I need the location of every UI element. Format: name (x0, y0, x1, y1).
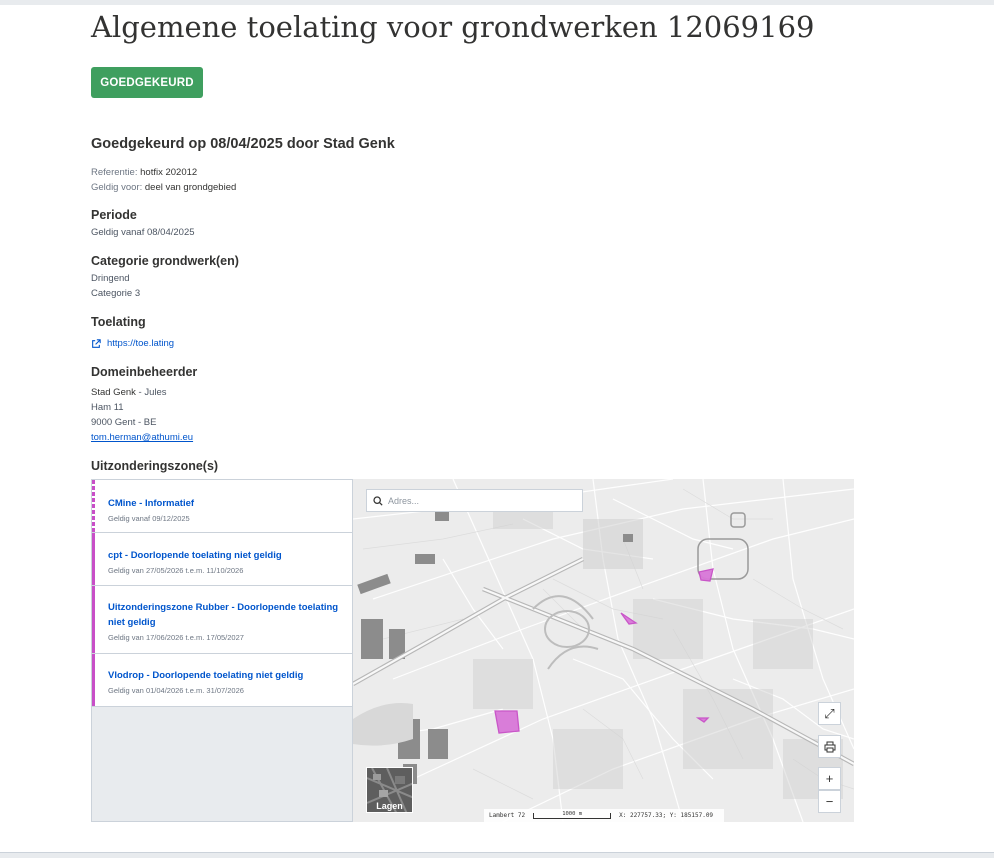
zones-list: CMine - Informatief Geldig vanaf 09/12/2… (91, 479, 353, 822)
fullscreen-button[interactable]: ⤢ (818, 702, 841, 725)
map-basemap[interactable] (353, 479, 854, 822)
zone-dates: Geldig van 17/06/2026 t.e.m. 17/05/2027 (108, 633, 244, 642)
zone-item[interactable]: Vlodrop - Doorlopende toelating niet gel… (92, 654, 352, 707)
domeinbeheerder-street: Ham 11 (91, 402, 124, 413)
print-icon (824, 741, 835, 752)
bottom-strip (0, 852, 994, 858)
approval-heading: Goedgekeurd op 08/04/2025 door Stad Genk (91, 136, 395, 152)
layers-label: Lagen (376, 801, 403, 811)
zone-shape-rubber (494, 710, 520, 734)
valid-for-label: Geldig voor: (91, 182, 143, 193)
zone-name[interactable]: CMine - Informatief (108, 496, 352, 511)
zone-color-bar (92, 654, 95, 706)
toelating-link[interactable]: https://toe.lating (107, 338, 174, 349)
domeinbeheerder-name-line: Stad Genk - Jules (91, 387, 167, 398)
address-search[interactable]: Adres... (366, 489, 583, 512)
zoom-in-icon: + (825, 771, 834, 786)
zone-dates: Geldig van 27/05/2026 t.e.m. 11/10/2026 (108, 566, 244, 575)
layers-button[interactable]: Lagen (366, 767, 413, 813)
scale-label: 1000 m (562, 810, 583, 817)
top-strip (0, 0, 994, 5)
zone-item[interactable]: CMine - Informatief Geldig vanaf 09/12/2… (92, 480, 352, 533)
categorie-item: Dringend (91, 273, 130, 284)
zone-item[interactable]: cpt - Doorlopende toelating niet geldig … (92, 533, 352, 586)
scale-bar: Lambert 72 1000 m X: 227757.33; Y: 18515… (484, 809, 724, 822)
page-title: Algemene toelating voor grondwerken 1206… (91, 10, 815, 44)
search-icon (373, 495, 383, 506)
zone-color-bar (92, 480, 95, 532)
domeinbeheerder-heading: Domeinbeheerder (91, 365, 198, 379)
zone-dates: Geldig van 01/04/2026 t.e.m. 31/07/2026 (108, 686, 244, 695)
reference-label: Referentie: (91, 167, 138, 178)
reference-value: hotfix 202012 (140, 167, 198, 178)
domeinbeheerder-city: 9000 Gent - BE (91, 417, 157, 428)
scale-indicator: 1000 m (533, 810, 612, 819)
zone-name[interactable]: Vlodrop - Doorlopende toelating niet gel… (108, 668, 352, 683)
zone-dates: Geldig vanaf 09/12/2025 (108, 514, 190, 523)
valid-for-line: Geldig voor: deel van grondgebied (91, 182, 236, 193)
zone-name[interactable]: Uitzonderingszone Rubber - Doorlopende t… (108, 600, 352, 630)
toelating-link-row: https://toe.lating (91, 338, 174, 349)
zone-color-bar (92, 586, 95, 653)
zoom-out-button[interactable]: − (818, 790, 841, 813)
external-link-icon (92, 338, 101, 348)
zones-heading: Uitzonderingszone(s) (91, 459, 219, 473)
domeinbeheerder-name: Stad Genk (91, 387, 136, 398)
valid-for-value: deel van grondgebied (144, 182, 237, 193)
zone-color-bar (92, 533, 95, 585)
categorie-item: Categorie 3 (91, 288, 141, 299)
coordinates-readout: X: 227757.33; Y: 185157.09 (619, 812, 714, 819)
zone-name[interactable]: cpt - Doorlopende toelating niet geldig (108, 548, 352, 563)
fullscreen-icon: ⤢ (824, 705, 835, 721)
toelating-heading: Toelating (91, 315, 146, 329)
zone-item[interactable]: Uitzonderingszone Rubber - Doorlopende t… (92, 586, 352, 654)
domeinbeheerder-contact: - Jules (135, 387, 167, 398)
periode-heading: Periode (91, 208, 137, 222)
zoom-in-button[interactable]: + (818, 767, 841, 790)
domeinbeheerder-email[interactable]: tom.herman@athumi.eu (91, 432, 193, 443)
map-view[interactable]: Adres... ⤢ + − Lagen Lambert 72 1000 m X… (353, 479, 854, 822)
projection-label: Lambert 72 (489, 812, 526, 819)
print-button[interactable] (818, 735, 841, 758)
periode-text: Geldig vanaf 08/04/2025 (91, 227, 195, 238)
categorie-heading: Categorie grondwerk(en) (91, 254, 239, 268)
search-input[interactable]: Adres... (388, 496, 419, 506)
status-badge: GOEDGEKEURD (91, 67, 203, 98)
zoom-out-icon: − (825, 794, 834, 809)
reference-line: Referentie: hotfix 202012 (91, 167, 197, 178)
